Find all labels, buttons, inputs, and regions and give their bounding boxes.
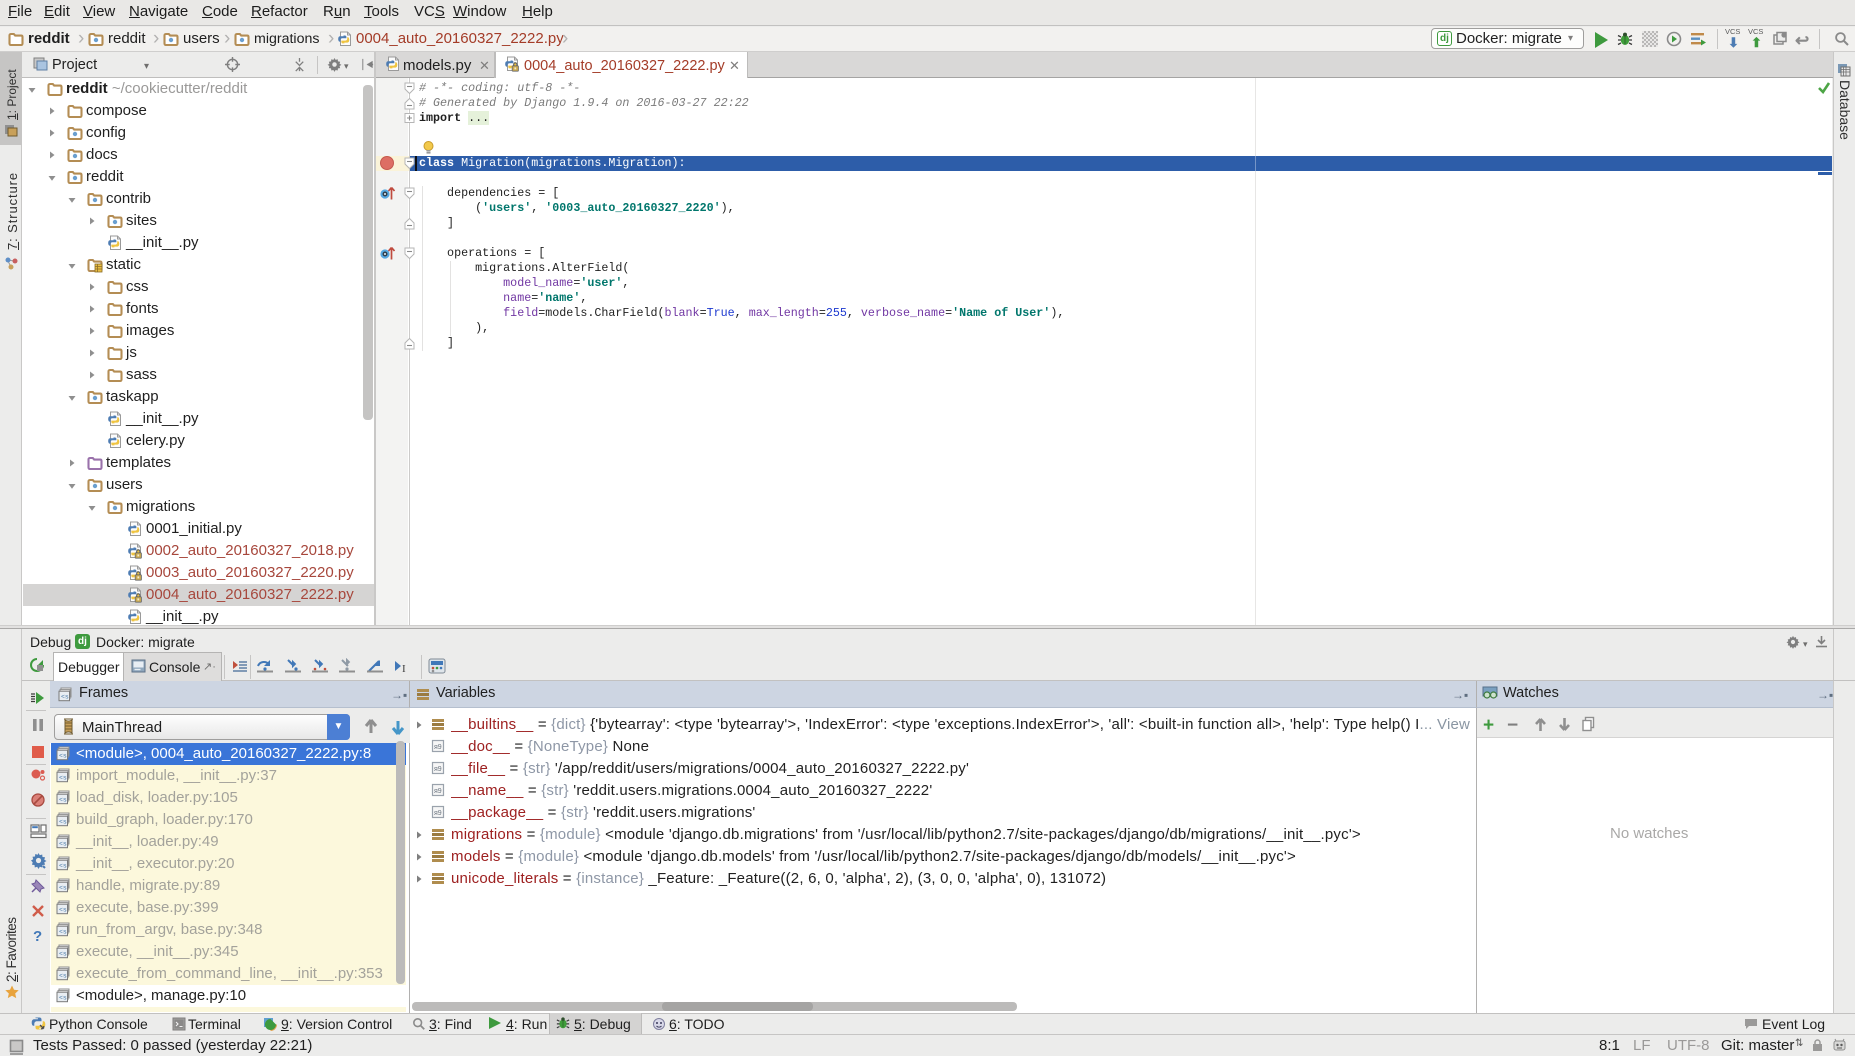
svg-text:?: ? [33, 928, 42, 943]
svg-text:я9: я9 [434, 810, 442, 817]
svg-text:<s: <s [59, 973, 67, 980]
svg-text:<s: <s [59, 929, 67, 936]
svg-text:<s: <s [59, 753, 67, 760]
svg-text:<s: <s [59, 775, 67, 782]
svg-text:я9: я9 [434, 766, 442, 773]
svg-text:<s: <s [59, 841, 67, 848]
svg-text:<s: <s [59, 885, 67, 892]
svg-text:<s: <s [59, 863, 67, 870]
svg-text:<s: <s [59, 907, 67, 914]
svg-text:<s: <s [59, 797, 67, 804]
svg-text:<s: <s [59, 995, 67, 1002]
svg-text:I: I [402, 663, 406, 675]
svg-text:<s: <s [61, 694, 69, 701]
svg-text:я9: я9 [434, 788, 442, 795]
svg-text:<s: <s [59, 951, 67, 958]
svg-text:<s: <s [59, 819, 67, 826]
svg-text:я9: я9 [434, 744, 442, 751]
